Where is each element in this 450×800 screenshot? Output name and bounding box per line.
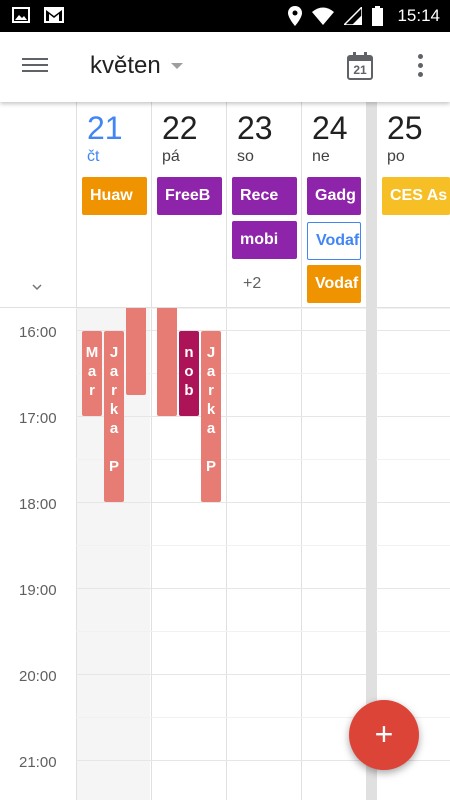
battery-icon: [372, 6, 384, 26]
timed-event[interactable]: [157, 308, 177, 416]
add-event-button[interactable]: +: [349, 700, 419, 770]
menu-icon[interactable]: [22, 54, 48, 80]
dropdown-arrow-icon: [170, 63, 183, 69]
more-events-count[interactable]: +2: [243, 275, 261, 293]
day-name: čt: [87, 148, 100, 165]
timed-event[interactable]: J a r k a P: [104, 331, 124, 502]
image-icon: [12, 7, 30, 23]
timed-event[interactable]: [126, 308, 146, 395]
calendar-today-icon[interactable]: 21: [347, 52, 373, 80]
all-day-event[interactable]: CES As: [382, 177, 450, 215]
day-number: 23: [237, 110, 273, 146]
all-day-event[interactable]: Gadg: [307, 177, 361, 215]
all-day-event[interactable]: Vodaf: [307, 265, 361, 303]
gmail-icon: [44, 7, 64, 23]
app-bar: květen 21: [0, 32, 450, 102]
clock: 15:14: [397, 6, 440, 25]
day-name: po: [387, 148, 405, 165]
time-label: 17:00: [19, 410, 57, 427]
day-number: 22: [162, 110, 198, 146]
all-day-event[interactable]: Huaw: [82, 177, 147, 215]
day-name: so: [237, 148, 254, 165]
time-label: 20:00: [19, 668, 57, 685]
all-day-event[interactable]: FreeB: [157, 177, 222, 215]
day-number: 25: [387, 110, 423, 146]
timed-event[interactable]: M a r: [82, 331, 102, 416]
signal-icon: [344, 7, 363, 25]
time-label: 16:00: [19, 324, 57, 341]
time-label: 21:00: [19, 754, 57, 771]
time-label: 19:00: [19, 582, 57, 599]
day-name: pá: [162, 148, 180, 165]
day-number: 24: [312, 110, 348, 146]
all-day-event[interactable]: mobi: [232, 221, 297, 259]
timed-event[interactable]: J a r k a P: [201, 331, 221, 502]
day-name: ne: [312, 148, 330, 165]
day-header-area: 21 čt 22 pá 23 so 24 ne 25 po Huaw FreeB…: [0, 102, 450, 308]
month-label: květen: [90, 52, 161, 79]
today-icon-day: 21: [353, 63, 367, 77]
all-day-event[interactable]: Vodaf: [307, 222, 361, 260]
time-label: 18:00: [19, 496, 57, 513]
day-number: 21: [87, 110, 123, 146]
more-vert-icon[interactable]: [410, 54, 430, 80]
timed-event[interactable]: n o b: [179, 331, 199, 416]
location-icon: [288, 6, 303, 26]
month-selector[interactable]: květen: [90, 52, 183, 80]
chevron-down-icon[interactable]: [32, 282, 42, 292]
status-bar: 15:14: [0, 0, 450, 32]
wifi-icon: [312, 7, 335, 25]
all-day-event[interactable]: Rece: [232, 177, 297, 215]
